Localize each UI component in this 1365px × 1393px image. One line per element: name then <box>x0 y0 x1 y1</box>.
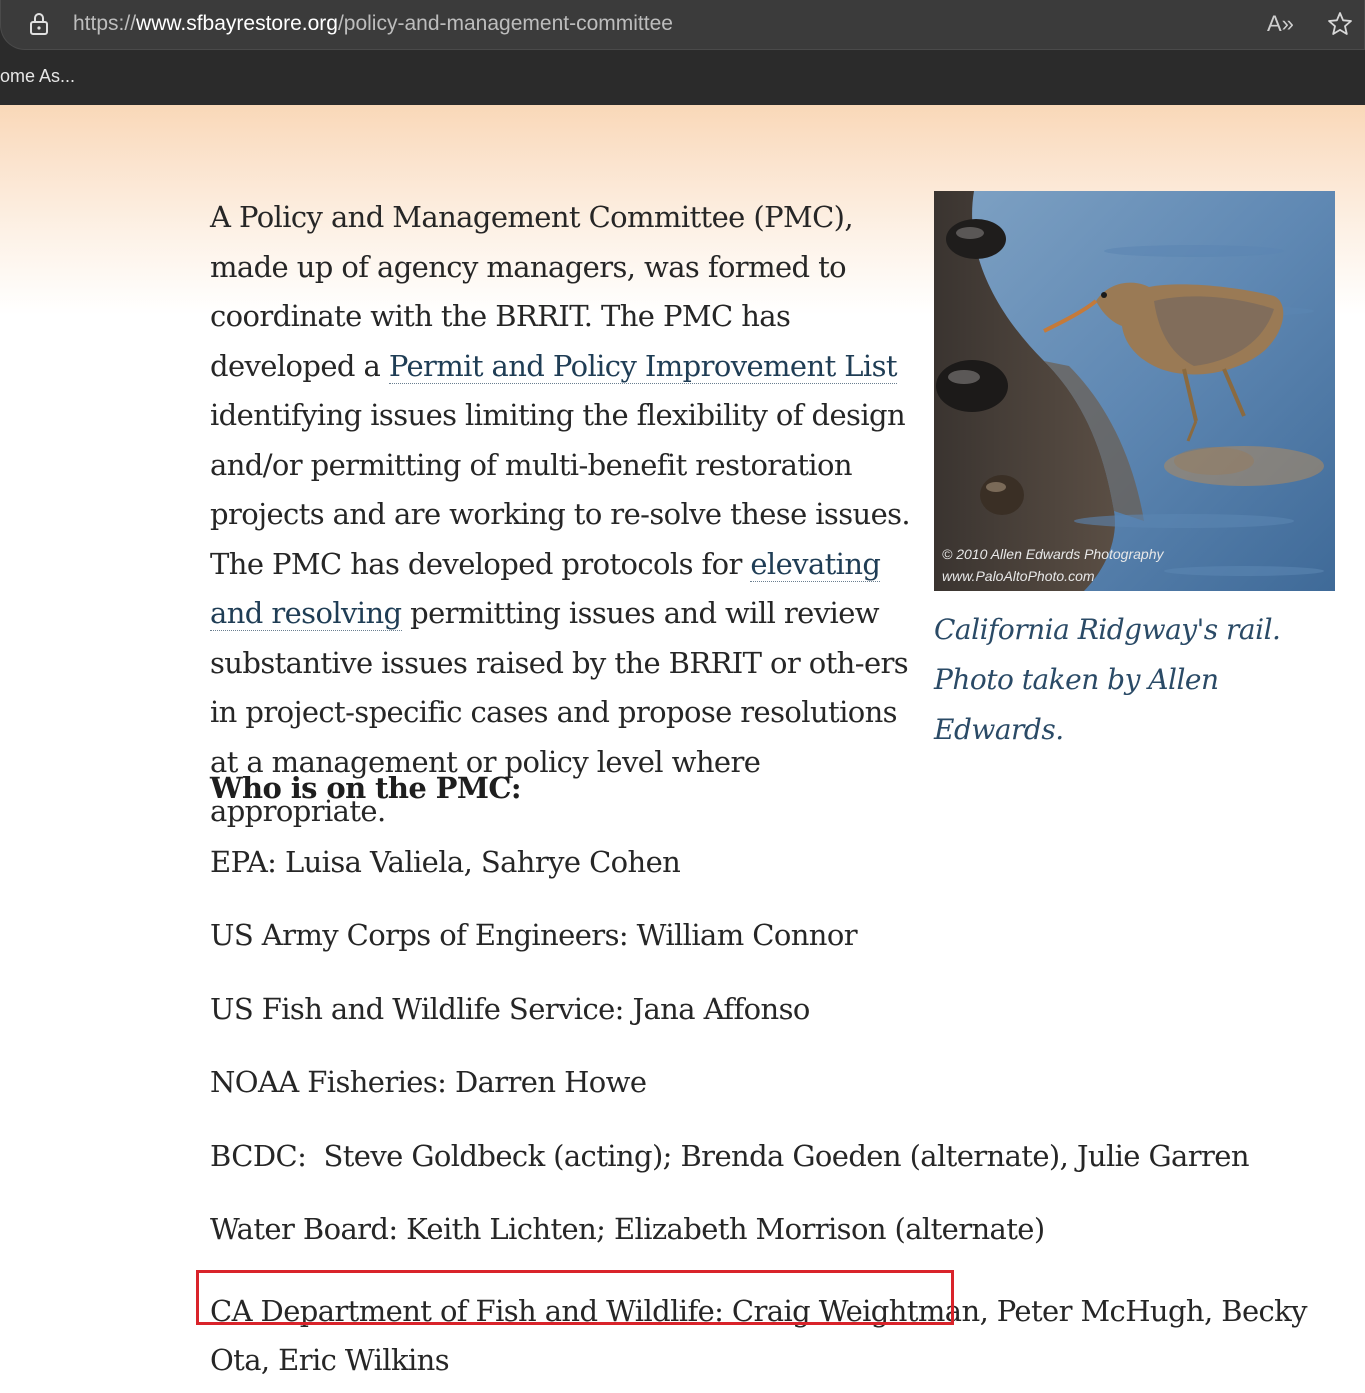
url-text[interactable]: https://www.sfbayrestore.org/policy-and-… <box>73 12 673 36</box>
photo-caption: California Ridgway's rail. Photo taken b… <box>934 613 1281 746</box>
address-bar[interactable]: https://www.sfbayrestore.org/policy-and-… <box>0 0 1365 50</box>
highlight-annotation-box <box>196 1270 954 1325</box>
page-body: A Policy and Management Committee (PMC),… <box>0 105 1365 1393</box>
member-line-bcdc: BCDC: Steve Goldbeck (acting); Brenda Go… <box>210 1139 1250 1173</box>
url-path: /policy-and-management-committee <box>337 12 673 35</box>
pmc-members-heading: Who is on the PMC: <box>210 771 522 805</box>
member-line-epa: EPA: Luisa Valiela, Sahrye Cohen <box>210 845 681 879</box>
photo-watermark-line-2: www.PaloAltoPhoto.com <box>942 568 1095 584</box>
member-line-usace: US Army Corps of Engineers: William Conn… <box>210 918 858 952</box>
url-host: www.sfbayrestore.org <box>136 12 338 35</box>
lock-icon[interactable] <box>29 12 49 36</box>
member-line-water-board: Water Board: Keith Lichten; Elizabeth Mo… <box>210 1212 1045 1246</box>
browser-chrome: https://www.sfbayrestore.org/policy-and-… <box>0 0 1365 105</box>
bookmarks-bar: ome As... <box>0 50 1365 105</box>
ridgways-rail-photo: © 2010 Allen Edwards Photography www.Pal… <box>934 191 1335 591</box>
photo-figure: © 2010 Allen Edwards Photography www.Pal… <box>934 191 1336 755</box>
url-scheme: https:// <box>73 12 137 35</box>
intro-paragraph: A Policy and Management Committee (PMC),… <box>210 193 925 837</box>
read-aloud-icon[interactable]: A» <box>1267 11 1295 39</box>
permit-policy-list-link[interactable]: Permit and Policy Improvement List <box>388 348 898 384</box>
member-line-noaa: NOAA Fisheries: Darren Howe <box>210 1065 647 1099</box>
member-line-usfws: US Fish and Wildlife Service: Jana Affon… <box>210 992 810 1026</box>
article-content: A Policy and Management Committee (PMC),… <box>210 191 1335 1377</box>
photo-watermark-line-1: © 2010 Allen Edwards Photography <box>942 546 1164 562</box>
bookmark-item[interactable]: ome As... <box>0 66 75 87</box>
favorite-star-icon[interactable] <box>1326 10 1354 38</box>
